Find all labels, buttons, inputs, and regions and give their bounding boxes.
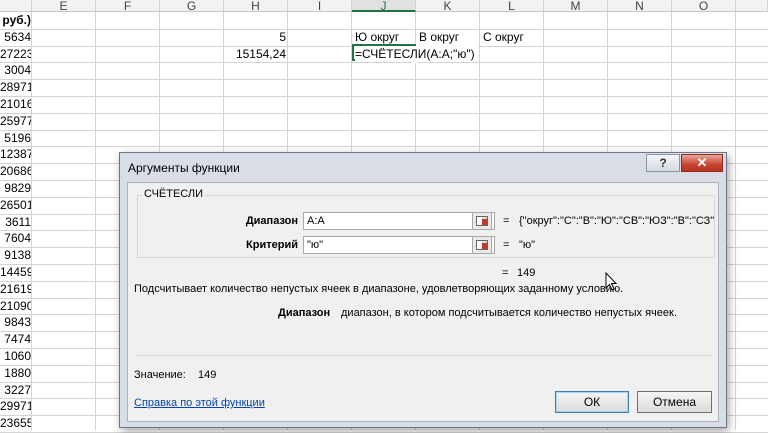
cell-d21[interactable]: 1880 bbox=[0, 365, 31, 381]
arg1-label: Диапазон bbox=[245, 215, 298, 227]
column-header-l[interactable]: L bbox=[480, 0, 544, 12]
cell-d20[interactable]: 1060 bbox=[0, 348, 31, 364]
cell-d5[interactable]: 21016 bbox=[0, 96, 31, 112]
collapse-dialog-icon[interactable] bbox=[472, 236, 492, 254]
cell-d8[interactable]: 12387 bbox=[0, 146, 31, 162]
arg2-equals: = bbox=[503, 239, 510, 251]
column-header-o[interactable]: O bbox=[672, 0, 736, 12]
arg-help-text: диапазон, в котором подсчитывается колич… bbox=[341, 307, 677, 319]
column-header-n[interactable]: N bbox=[608, 0, 672, 12]
cell-d6[interactable]: 25977 bbox=[0, 113, 31, 129]
cell-d9[interactable]: 20686 bbox=[0, 163, 31, 179]
arguments-group: СЧЁТЕСЛИ Диапазон A:A = {"округ":"С":"В"… bbox=[137, 188, 715, 258]
cell-d15[interactable]: 14459 bbox=[0, 264, 31, 280]
cell-d10[interactable]: 9829 bbox=[0, 180, 31, 196]
function-name: СЧЁТЕСЛИ bbox=[142, 188, 206, 200]
cell-d12[interactable]: 3611 bbox=[0, 214, 31, 230]
arg1-result: {"округ":"С":"В":"Ю":"СВ":"ЮЗ":"В":"СЗ" bbox=[519, 215, 714, 227]
cell-d16[interactable]: 21619 bbox=[0, 281, 31, 297]
cell-d11[interactable]: 26501 bbox=[0, 197, 31, 213]
arg2-result: "ю" bbox=[519, 239, 536, 251]
column-header-k[interactable]: K bbox=[416, 0, 480, 12]
cell-d13[interactable]: 7604 bbox=[0, 230, 31, 246]
column-header-m[interactable]: M bbox=[544, 0, 608, 12]
arg2-input[interactable]: "ю" bbox=[303, 236, 495, 254]
column-header-f[interactable]: F bbox=[96, 0, 160, 12]
cell-l1[interactable]: С округ bbox=[483, 29, 524, 45]
cell-d3[interactable]: 3004 bbox=[0, 62, 31, 78]
ok-button[interactable]: ОК bbox=[555, 391, 629, 413]
dialog-titlebar[interactable]: Аргументы функции ? ✕ bbox=[120, 153, 726, 183]
cell-h1[interactable]: 5 bbox=[224, 29, 286, 45]
arg2-label: Критерий bbox=[246, 239, 298, 251]
cell-h2[interactable]: 15154,24 bbox=[224, 46, 286, 62]
collapse-dialog-icon[interactable] bbox=[472, 212, 492, 230]
cell-d0[interactable]: руб.) bbox=[0, 12, 31, 28]
formula-result: 149 bbox=[517, 267, 536, 279]
help-icon[interactable]: ? bbox=[646, 154, 680, 172]
dialog-body: СЧЁТЕСЛИ Диапазон A:A = {"округ":"С":"В"… bbox=[127, 182, 719, 422]
column-header-g[interactable]: G bbox=[160, 0, 224, 12]
close-icon[interactable]: ✕ bbox=[681, 154, 723, 172]
cell-d17[interactable]: 21090 bbox=[0, 298, 31, 314]
cell-d1[interactable]: 5634 bbox=[0, 29, 31, 45]
cancel-button[interactable]: Отмена bbox=[637, 391, 712, 413]
value-result: 149 bbox=[198, 369, 217, 381]
cell-d7[interactable]: 5196 bbox=[0, 130, 31, 146]
column-header-p[interactable] bbox=[736, 0, 768, 12]
cell-d4[interactable]: 28971 bbox=[0, 79, 31, 95]
cell-d14[interactable]: 9138 bbox=[0, 247, 31, 263]
column-header-j[interactable]: J bbox=[352, 0, 416, 12]
function-help-link[interactable]: Справка по этой функции bbox=[134, 397, 265, 409]
function-description: Подсчитывает количество непустых ячеек в… bbox=[134, 283, 624, 295]
column-header-i[interactable]: I bbox=[288, 0, 352, 12]
cell-d18[interactable]: 9843 bbox=[0, 314, 31, 330]
mouse-cursor-icon bbox=[605, 272, 618, 291]
cell-d22[interactable]: 3227 bbox=[0, 382, 31, 398]
arg-help-name: Диапазон bbox=[278, 307, 331, 319]
cell-d2[interactable]: 27223 bbox=[0, 46, 31, 62]
cell-d24[interactable]: 23655 bbox=[0, 415, 31, 431]
dialog-title: Аргументы функции bbox=[128, 161, 240, 175]
cell-j2-formula[interactable]: =СЧЁТЕСЛИ(A:A;"ю") bbox=[355, 46, 478, 62]
arg1-equals: = bbox=[503, 215, 510, 227]
cell-d19[interactable]: 7474 bbox=[0, 331, 31, 347]
column-header-e[interactable]: E bbox=[32, 0, 96, 12]
column-header-d[interactable] bbox=[0, 0, 32, 12]
value-label: Значение: bbox=[134, 369, 186, 381]
arg1-input[interactable]: A:A bbox=[303, 212, 495, 230]
function-arguments-dialog: Аргументы функции ? ✕ СЧЁТЕСЛИ Диапазон … bbox=[119, 152, 727, 428]
formula-result-equals: = bbox=[502, 267, 509, 279]
cell-j1[interactable]: Ю округ bbox=[355, 29, 399, 45]
column-header-h[interactable]: H bbox=[224, 0, 288, 12]
cell-d23[interactable]: 29971 bbox=[0, 398, 31, 414]
divider bbox=[136, 355, 712, 356]
cell-k1[interactable]: В округ bbox=[419, 29, 459, 45]
